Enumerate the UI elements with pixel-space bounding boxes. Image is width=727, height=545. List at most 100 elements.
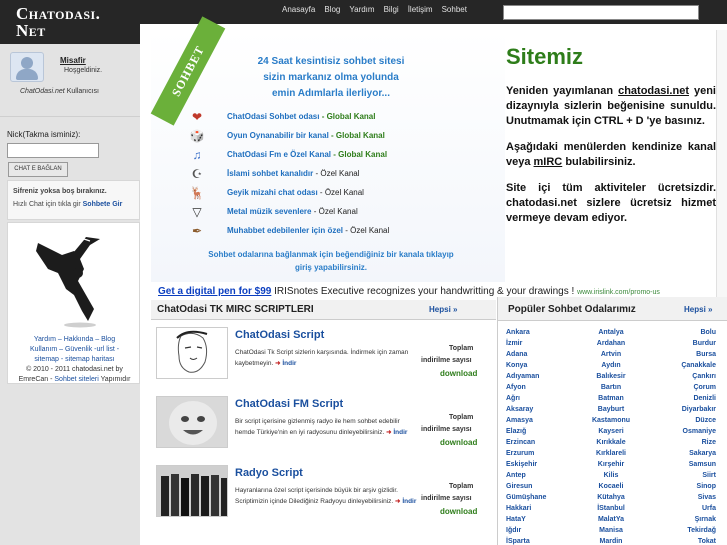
download-button[interactable]: download: [440, 507, 477, 516]
room-link[interactable]: Çorum: [646, 382, 716, 393]
sitemiz-site-link[interactable]: chatodasi.net: [618, 85, 689, 97]
room-link[interactable]: İzmir: [506, 338, 576, 349]
room-link[interactable]: Batman: [576, 393, 646, 404]
room-link[interactable]: Kırıkkale: [576, 437, 646, 448]
channel-name[interactable]: Geyik mizahi chat odası - Özel Kanal: [227, 188, 364, 197]
room-link[interactable]: Ardahan: [576, 338, 646, 349]
room-link[interactable]: Artvin: [576, 349, 646, 360]
room-link[interactable]: Eskişehir: [506, 459, 576, 470]
room-link[interactable]: Kastamonu: [576, 415, 646, 426]
room-link[interactable]: Düzce: [646, 415, 716, 426]
channel-item[interactable]: 🦌 Geyik mizahi chat odası - Özel Kanal: [151, 186, 505, 204]
room-link[interactable]: Antep: [506, 470, 576, 481]
room-link[interactable]: Amasya: [506, 415, 576, 426]
avatar[interactable]: [10, 52, 44, 82]
channel-item[interactable]: ✒ Muhabbet edebilenler için özel - Özel K…: [151, 224, 505, 242]
room-link[interactable]: Kilis: [576, 470, 646, 481]
channel-name[interactable]: ChatOdasi Fm e Özel Kanal - Global Kanal: [227, 150, 387, 159]
room-link[interactable]: Antalya: [576, 327, 646, 338]
sidebar-links-row-1[interactable]: Yardım – Hakkında – Blog: [8, 335, 141, 345]
download-button[interactable]: download: [440, 369, 477, 378]
channel-name[interactable]: Muhabbet edebilenler için özel - Özel Ka…: [227, 226, 389, 235]
room-link[interactable]: Ankara: [506, 327, 576, 338]
sidebar-links-row-3[interactable]: sitemap - sitemap haritası: [8, 355, 141, 365]
room-link[interactable]: Adana: [506, 349, 576, 360]
download-link[interactable]: İndir: [282, 360, 296, 367]
room-link[interactable]: Denizli: [646, 393, 716, 404]
room-link[interactable]: Giresun: [506, 481, 576, 492]
nav-contact[interactable]: İletişim: [408, 5, 433, 14]
room-link[interactable]: Rize: [646, 437, 716, 448]
room-link[interactable]: Sakarya: [646, 448, 716, 459]
room-link[interactable]: Erzurum: [506, 448, 576, 459]
channel-name[interactable]: Oyun Oynanabilir bir kanal - Global Kana…: [227, 131, 385, 140]
room-link[interactable]: Osmaniye: [646, 426, 716, 437]
room-link[interactable]: Samsun: [646, 459, 716, 470]
room-link[interactable]: Urfa: [646, 503, 716, 514]
nick-input[interactable]: [7, 143, 99, 158]
room-link[interactable]: Diyarbakır: [646, 404, 716, 415]
room-link[interactable]: Bolu: [646, 327, 716, 338]
room-link[interactable]: Kırşehir: [576, 459, 646, 470]
channel-item[interactable]: ♫ ChatOdasi Fm e Özel Kanal - Global Kana…: [151, 148, 505, 166]
room-link[interactable]: Sivas: [646, 492, 716, 503]
room-link[interactable]: Bartın: [576, 382, 646, 393]
rooms-all-link[interactable]: Hepsi »: [684, 305, 712, 314]
download-link[interactable]: İndir: [402, 498, 416, 505]
enter-chat-link[interactable]: Sohbete Gir: [83, 201, 123, 208]
room-link[interactable]: Konya: [506, 360, 576, 371]
room-link[interactable]: Tokat: [646, 536, 716, 545]
room-link[interactable]: Burdur: [646, 338, 716, 349]
room-link[interactable]: Sinop: [646, 481, 716, 492]
room-link[interactable]: Kütahya: [576, 492, 646, 503]
scripts-all-link[interactable]: Hepsi »: [429, 305, 457, 314]
download-link[interactable]: İndir: [393, 429, 407, 436]
room-link[interactable]: Kayseri: [576, 426, 646, 437]
room-link[interactable]: Iğdır: [506, 525, 576, 536]
channel-name[interactable]: İslami sohbet kanalıdır - Özel Kanal: [227, 169, 360, 178]
room-link[interactable]: Şırnak: [646, 514, 716, 525]
ad-link[interactable]: Get a digital pen for $99: [158, 286, 271, 297]
room-link[interactable]: Elazığ: [506, 426, 576, 437]
room-link[interactable]: Bayburt: [576, 404, 646, 415]
nav-chat[interactable]: Sohbet: [442, 5, 467, 14]
room-link[interactable]: İStanbul: [576, 503, 646, 514]
nav-help[interactable]: Yardım: [349, 5, 374, 14]
channel-item[interactable]: ❤ ChatOdasi Sohbet odası - Global Kanal: [151, 110, 505, 128]
channel-item[interactable]: ☪ İslami sohbet kanalıdır - Özel Kanal: [151, 167, 505, 185]
channel-item[interactable]: 🎲 Oyun Oynanabilir bir kanal - Global Kan…: [151, 129, 505, 147]
channel-name[interactable]: Metal müzik sevenlere - Özel Kanal: [227, 207, 358, 216]
sitemiz-mirc-link[interactable]: mIRC: [534, 156, 563, 168]
credit-link[interactable]: Sohbet siteleri: [54, 376, 98, 383]
room-link[interactable]: HataY: [506, 514, 576, 525]
channel-item[interactable]: ▽ Metal müzik sevenlere - Özel Kanal: [151, 205, 505, 223]
room-link[interactable]: İSparta: [506, 536, 576, 545]
sidebar-links-row-2[interactable]: Kullanım – Güvenlik -url list -: [8, 345, 141, 355]
room-link[interactable]: Aksaray: [506, 404, 576, 415]
script-title[interactable]: ChatOdasi FM Script: [235, 398, 343, 410]
username[interactable]: Misafir: [60, 56, 86, 65]
search-input[interactable]: [503, 5, 699, 20]
download-button[interactable]: download: [440, 438, 477, 447]
connect-button[interactable]: Chat e Bağlan: [8, 162, 68, 177]
script-thumbnail-baby[interactable]: [156, 396, 228, 448]
site-logo[interactable]: Chatodasi. Net: [0, 0, 140, 44]
channel-name[interactable]: ChatOdasi Sohbet odası - Global Kanal: [227, 112, 375, 121]
room-link[interactable]: Manisa: [576, 525, 646, 536]
room-link[interactable]: Mardin: [576, 536, 646, 545]
room-link[interactable]: MalatYa: [576, 514, 646, 525]
script-thumbnail-face-sketch[interactable]: [156, 327, 228, 379]
nav-info[interactable]: Bilgi: [384, 5, 399, 14]
room-link[interactable]: Hakkari: [506, 503, 576, 514]
room-link[interactable]: Çankırı: [646, 371, 716, 382]
ad-url[interactable]: www.irislink.com/promo-us: [577, 289, 660, 296]
room-link[interactable]: Çanakkale: [646, 360, 716, 371]
script-title[interactable]: ChatOdasi Script: [235, 329, 324, 341]
room-link[interactable]: Adıyaman: [506, 371, 576, 382]
room-link[interactable]: Bursa: [646, 349, 716, 360]
room-link[interactable]: Erzincan: [506, 437, 576, 448]
room-link[interactable]: Balıkesir: [576, 371, 646, 382]
script-title[interactable]: Radyo Script: [235, 467, 303, 479]
room-link[interactable]: Gümüşhane: [506, 492, 576, 503]
page-scrollbar[interactable]: [716, 30, 727, 300]
